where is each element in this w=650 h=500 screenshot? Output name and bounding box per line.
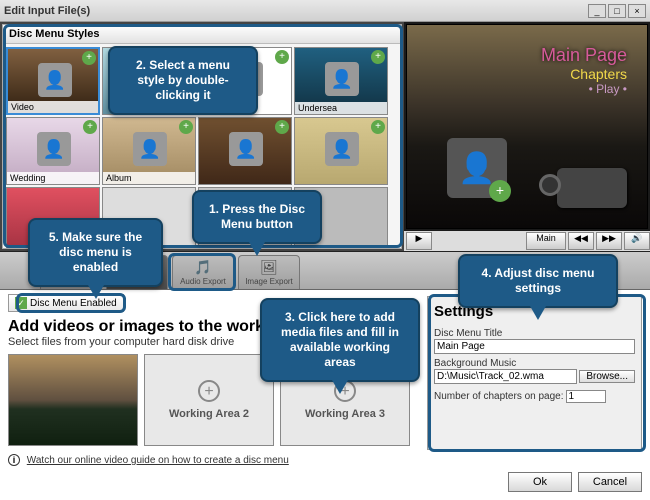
- style-item-album[interactable]: 👤+ Album: [102, 117, 196, 185]
- style-item[interactable]: 👤+: [198, 117, 292, 185]
- style-caption: Wedding: [7, 172, 99, 184]
- cancel-button[interactable]: Cancel: [578, 472, 642, 492]
- style-caption: Album: [103, 172, 195, 184]
- chapters-label: Number of chapters on page:: [434, 391, 564, 402]
- tab-chapters[interactable]: 🎞Chapters: [40, 255, 102, 289]
- plus-icon: +: [82, 51, 96, 65]
- preview-text: Main Page Chapters • Play •: [541, 45, 627, 96]
- disc-icon: 💿: [128, 259, 145, 276]
- window-title: Edit Input File(s): [4, 5, 586, 17]
- sound-button[interactable]: 🔊: [624, 232, 650, 250]
- disc-menu-enabled-toggle[interactable]: ✓ Disc Menu Enabled: [8, 294, 124, 312]
- style-item-video[interactable]: 👤+ Video: [6, 47, 100, 115]
- preview-chapters: Chapters: [541, 66, 627, 82]
- audio-icon: 🎵: [194, 259, 211, 276]
- menu-dropdown[interactable]: Main: [526, 232, 566, 250]
- style-item[interactable]: [198, 187, 292, 248]
- working-area-2[interactable]: + Working Area 2: [144, 354, 274, 446]
- preview-controls: ▶ Main ◀◀ ▶▶ 🔊: [404, 231, 650, 251]
- style-item[interactable]: 👤+: [198, 47, 292, 115]
- bg-music-input[interactable]: [434, 369, 577, 384]
- style-item[interactable]: [294, 187, 388, 248]
- style-caption: Video: [8, 101, 98, 113]
- styles-header: Disc Menu Styles: [3, 25, 401, 44]
- next-button[interactable]: ▶▶: [596, 232, 622, 250]
- guide-link[interactable]: Watch our online video guide on how to c…: [27, 455, 289, 466]
- guide-line: i Watch our online video guide on how to…: [8, 454, 642, 466]
- area-label: Working Area 2: [169, 408, 249, 420]
- tab-bar: 🎞Chapters 💿Disc Menu 🎵Audio Export 🖼Imag…: [0, 252, 650, 290]
- tab-audio-export[interactable]: 🎵Audio Export: [172, 255, 234, 289]
- style-caption: Undersea: [295, 102, 387, 114]
- preview-viewport: Main Page Chapters • Play • 👤+: [406, 24, 648, 229]
- upper-pane: Disc Menu Styles 👤+ Video 👤+ 👤+ 👤+ Under…: [0, 22, 650, 252]
- style-item[interactable]: [6, 187, 100, 248]
- avatar-placeholder: 👤+: [447, 138, 507, 198]
- style-item-wedding[interactable]: 👤+ Wedding: [6, 117, 100, 185]
- styles-grid: 👤+ Video 👤+ 👤+ 👤+ Undersea 👤+ Wedding 👤+…: [3, 44, 401, 248]
- plus-icon: +: [489, 180, 511, 202]
- preview-mainpage: Main Page: [541, 45, 627, 66]
- titlebar: Edit Input File(s) _ □ ×: [0, 0, 650, 22]
- chapters-icon: 🎞: [62, 259, 80, 276]
- prev-button[interactable]: ◀◀: [568, 232, 594, 250]
- disc-menu-styles-pane: Disc Menu Styles 👤+ Video 👤+ 👤+ 👤+ Under…: [2, 24, 402, 249]
- style-item-undersea[interactable]: 👤+ Undersea: [294, 47, 388, 115]
- style-item[interactable]: 👤+: [102, 47, 196, 115]
- working-area-3[interactable]: + Working Area 3: [280, 354, 410, 446]
- check-icon: ✓: [15, 297, 27, 309]
- title-label: Disc Menu Title: [434, 328, 635, 339]
- working-area-1[interactable]: [8, 354, 138, 446]
- style-item[interactable]: [102, 187, 196, 248]
- play-button[interactable]: ▶: [406, 232, 432, 250]
- settings-pane: Settings Disc Menu Title Background Musi…: [427, 296, 642, 450]
- disc-menu-title-input[interactable]: [434, 339, 635, 354]
- ok-button[interactable]: Ok: [508, 472, 572, 492]
- dme-label: Disc Menu Enabled: [30, 298, 117, 309]
- preview-play: • Play •: [541, 82, 627, 96]
- chapters-spinner[interactable]: [566, 390, 606, 403]
- tab-disc-menu[interactable]: 💿Disc Menu: [106, 255, 168, 289]
- footer-buttons: Ok Cancel: [508, 472, 642, 492]
- browse-button[interactable]: Browse...: [579, 370, 635, 383]
- add-icon: +: [198, 380, 220, 402]
- style-item[interactable]: 👤+: [294, 117, 388, 185]
- area-thumbnail: [9, 355, 137, 445]
- add-icon: +: [334, 380, 356, 402]
- minimize-button[interactable]: _: [588, 4, 606, 18]
- preview-pane: Main Page Chapters • Play • 👤+ ▶ Main ◀◀…: [404, 22, 650, 251]
- tab-image-export[interactable]: 🖼Image Export: [238, 255, 300, 289]
- maximize-button[interactable]: □: [608, 4, 626, 18]
- camcorder-icon: [557, 168, 627, 208]
- area-label: Working Area 3: [305, 408, 385, 420]
- bg-label: Background Music: [434, 358, 635, 369]
- close-button[interactable]: ×: [628, 4, 646, 18]
- info-icon: i: [8, 454, 20, 466]
- image-icon: 🖼: [260, 259, 278, 276]
- settings-heading: Settings: [434, 303, 635, 320]
